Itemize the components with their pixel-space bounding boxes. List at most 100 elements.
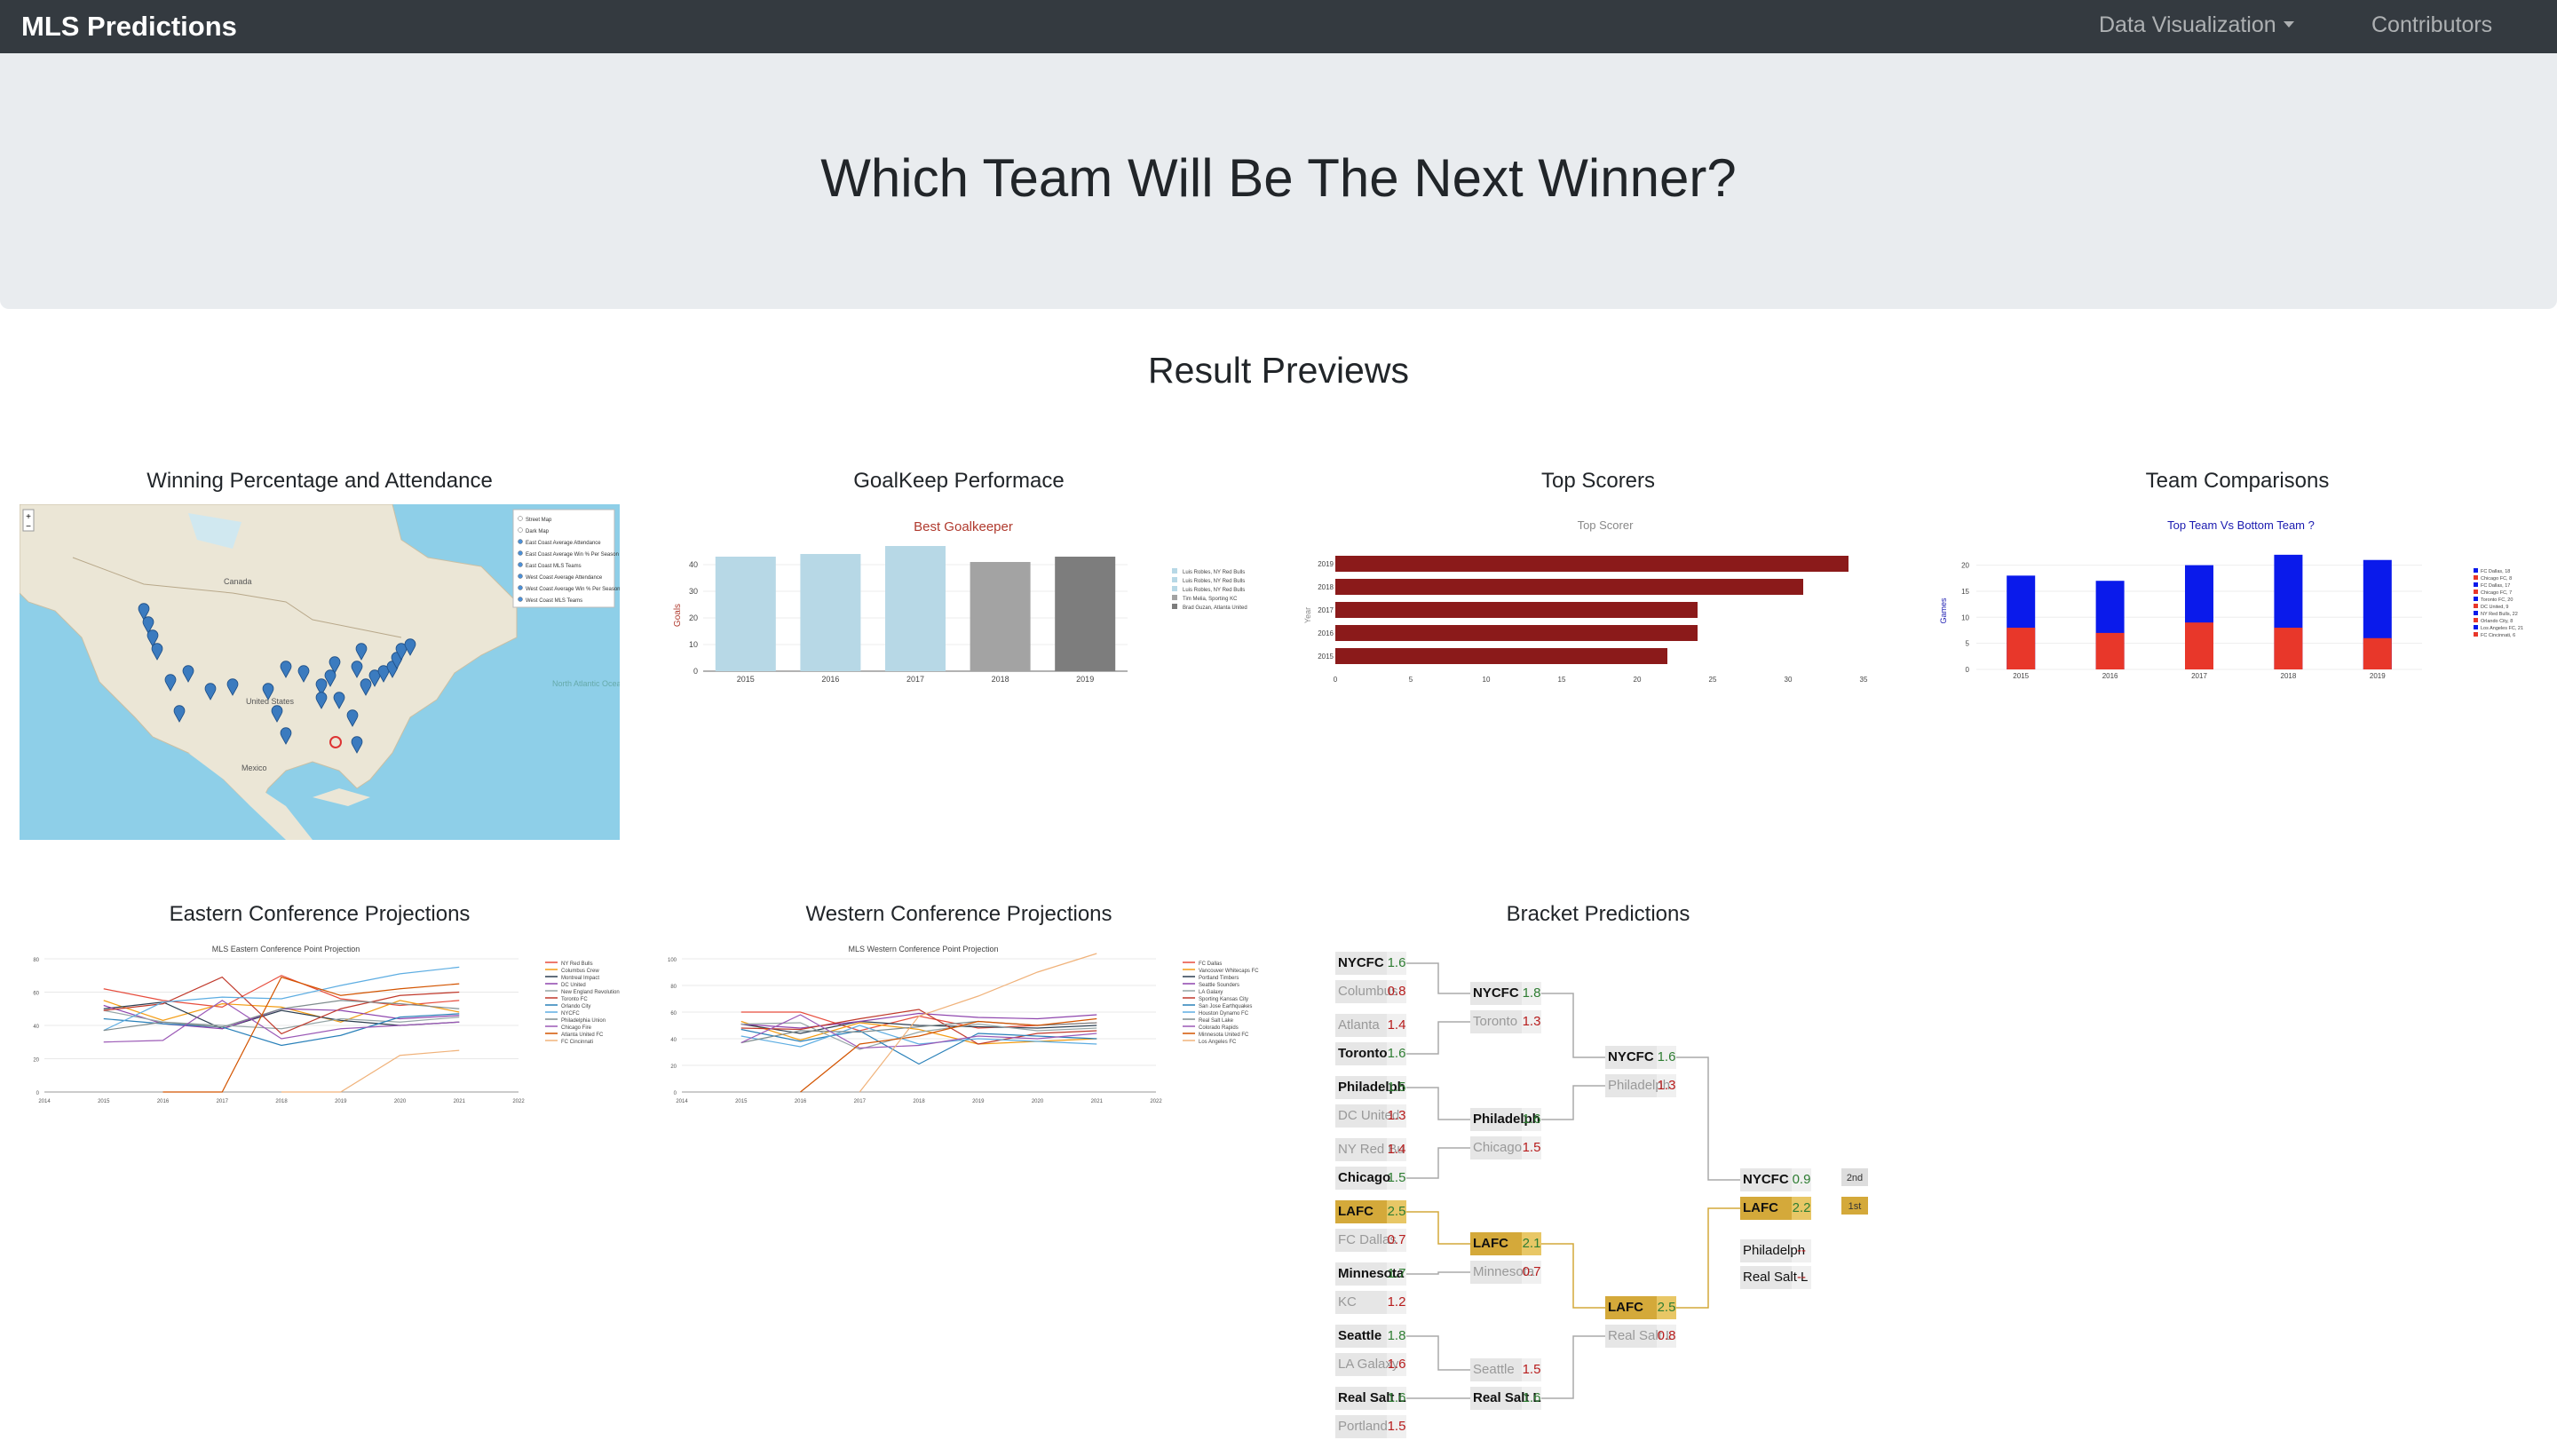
legend-swatch xyxy=(2474,568,2478,573)
layer-toggle-icon[interactable] xyxy=(518,539,523,544)
top-scorers-chart[interactable]: Top Scorer Year 2019 2018 2017 2016 2015 0 5 10 15… xyxy=(1296,504,1900,700)
x-tick-label: 15 xyxy=(1558,676,1566,684)
card-title-bracket: Bracket Predictions xyxy=(1506,902,1690,926)
x-tick-label: 10 xyxy=(1483,676,1491,684)
legend-label: Chicago FC, 8 xyxy=(2481,576,2512,582)
western-projection-chart[interactable]: MLS Western Conference Point Projection 0… xyxy=(657,941,1261,1119)
x-tick-label: 0 xyxy=(1334,676,1338,684)
legend-label: Colorado Rapids xyxy=(1199,1025,1239,1031)
layer-control[interactable] xyxy=(512,509,615,608)
x-tick-label: 2017 xyxy=(2191,672,2207,680)
contributors-link[interactable]: Contributors xyxy=(2371,12,2492,38)
chart-title: Top Scorer xyxy=(1578,518,1635,532)
team-name: Philadelph xyxy=(1743,1243,1805,1258)
map-label-mexico: Mexico xyxy=(241,764,267,772)
place-label: 2nd xyxy=(1847,1173,1863,1183)
layer-toggle-icon[interactable] xyxy=(518,550,523,556)
team-score: 1.6 xyxy=(1388,1390,1406,1405)
y-axis-label: Goals xyxy=(673,604,683,627)
team-name: Toronto xyxy=(1473,1014,1517,1029)
layer-toggle-icon[interactable] xyxy=(518,516,523,521)
legend-label: Columbus Crew xyxy=(561,969,599,974)
zoom-out-icon[interactable]: − xyxy=(26,522,31,532)
legend-label: Chicago Fire xyxy=(561,1025,592,1031)
legend-swatch xyxy=(1172,595,1177,600)
layer-label: West Coast Average Win % Per Season xyxy=(526,587,620,592)
x-tick-label: 2018 xyxy=(992,675,1009,684)
legend-label: Portland Timbers xyxy=(1199,976,1239,981)
x-tick-label: 2017 xyxy=(906,675,924,684)
chart-title: MLS Eastern Conference Point Projection xyxy=(212,945,360,954)
brand-link[interactable]: MLS Predictions xyxy=(21,11,237,43)
team-score: 1.6 xyxy=(1523,1112,1541,1127)
team-name: LAFC xyxy=(1743,1200,1778,1215)
team-score: 1.6 xyxy=(1523,1390,1541,1405)
series-line xyxy=(740,1028,1097,1065)
y-tick-label: 20 xyxy=(689,613,698,622)
x-tick-label: 2019 xyxy=(972,1099,985,1104)
map-label-us: United States xyxy=(246,697,295,706)
bar xyxy=(1335,625,1698,641)
legend-label: Sporting Kansas City xyxy=(1199,997,1248,1002)
chart-title: Top Team Vs Bottom Team ? xyxy=(2167,518,2315,532)
legend-swatch xyxy=(2474,625,2478,629)
team-name: NYCFC xyxy=(1473,985,1519,1001)
layer-toggle-icon[interactable] xyxy=(518,562,523,567)
legend-label: NYCFC xyxy=(561,1011,580,1017)
y-tick-label: 0 xyxy=(693,667,698,676)
layer-label: East Coast Average Attendance xyxy=(526,541,601,546)
place-label: 1st xyxy=(1848,1201,1862,1212)
legend-swatch xyxy=(1172,586,1177,591)
bar xyxy=(885,546,946,671)
x-tick-label: 2015 xyxy=(735,1099,748,1104)
legend-swatch xyxy=(1172,577,1177,582)
layer-toggle-icon[interactable] xyxy=(518,585,523,590)
x-tick-label: 2020 xyxy=(394,1099,407,1104)
team-name: Toronto xyxy=(1338,1046,1388,1061)
team-score: 1.8 xyxy=(1523,985,1541,1001)
bracket-connector xyxy=(1676,1056,1740,1181)
x-tick-label: 2019 xyxy=(2370,672,2386,680)
caret-down-icon xyxy=(2283,21,2294,28)
legend-label: Orlando City xyxy=(561,1004,590,1009)
y-tick-label: 20 xyxy=(1961,562,1969,570)
x-tick-label: 2015 xyxy=(737,675,755,684)
bracket-predictions[interactable]: NYCFC 1.6Columbus0.8Atlanta 1.4Toronto 1.6P… xyxy=(1332,943,1900,1449)
team-comparisons-chart[interactable]: Top Team Vs Bottom Team ? Games 0 5 10 15 20 20… xyxy=(1936,504,2539,700)
x-tick-label: 2017 xyxy=(854,1099,867,1104)
team-score: 1.7 xyxy=(1388,1266,1406,1281)
x-tick-label: 2019 xyxy=(335,1099,347,1104)
goalkeeper-chart[interactable]: Best Goalkeeper Goals 0 10 20 30 40 2015 2016 201… xyxy=(657,504,1261,700)
layer-label: West Coast MLS Teams xyxy=(526,598,582,604)
team-score: 1.6 xyxy=(1388,1046,1406,1061)
legend-label: Luis Robles, NY Red Bulls xyxy=(1183,588,1245,593)
legend-label: FC Dallas xyxy=(1199,961,1222,967)
eastern-projection-chart[interactable]: MLS Eastern Conference Point Projection 0… xyxy=(20,941,620,1119)
legend-label: Orlando City, 8 xyxy=(2481,619,2513,624)
data-visualization-dropdown[interactable]: Data Visualization xyxy=(2099,12,2294,38)
y-tick-label: 2018 xyxy=(1318,583,1334,591)
bracket-connector xyxy=(1406,1021,1470,1055)
x-tick-label: 30 xyxy=(1785,676,1793,684)
team-score: 0.7 xyxy=(1523,1264,1541,1279)
y-tick-label: 2015 xyxy=(1318,653,1334,661)
legend-label: Montreal Impact xyxy=(561,976,599,981)
bar-bottom-team xyxy=(2363,637,2392,669)
layer-toggle-icon[interactable] xyxy=(518,597,523,602)
legend-label: Chicago FC, 7 xyxy=(2481,590,2512,596)
x-tick-label: 2016 xyxy=(821,675,839,684)
zoom-in-icon[interactable]: + xyxy=(26,512,31,522)
team-name: Seattle xyxy=(1473,1362,1515,1377)
x-tick-label: 2014 xyxy=(38,1099,51,1104)
y-tick-label: 80 xyxy=(670,985,677,990)
team-name: LAFC xyxy=(1338,1204,1373,1219)
map-preview[interactable]: Canada United States Mexico North Atlant… xyxy=(20,504,620,840)
y-tick-label: 10 xyxy=(1961,613,1969,621)
team-name: Chicago xyxy=(1473,1140,1522,1155)
x-tick-label: 2021 xyxy=(1091,1099,1104,1104)
bracket-connector xyxy=(1406,1211,1470,1245)
layer-toggle-icon[interactable] xyxy=(518,574,523,579)
layer-toggle-icon[interactable] xyxy=(518,527,523,533)
bar xyxy=(1335,556,1848,572)
x-tick-label: 2020 xyxy=(1032,1099,1044,1104)
